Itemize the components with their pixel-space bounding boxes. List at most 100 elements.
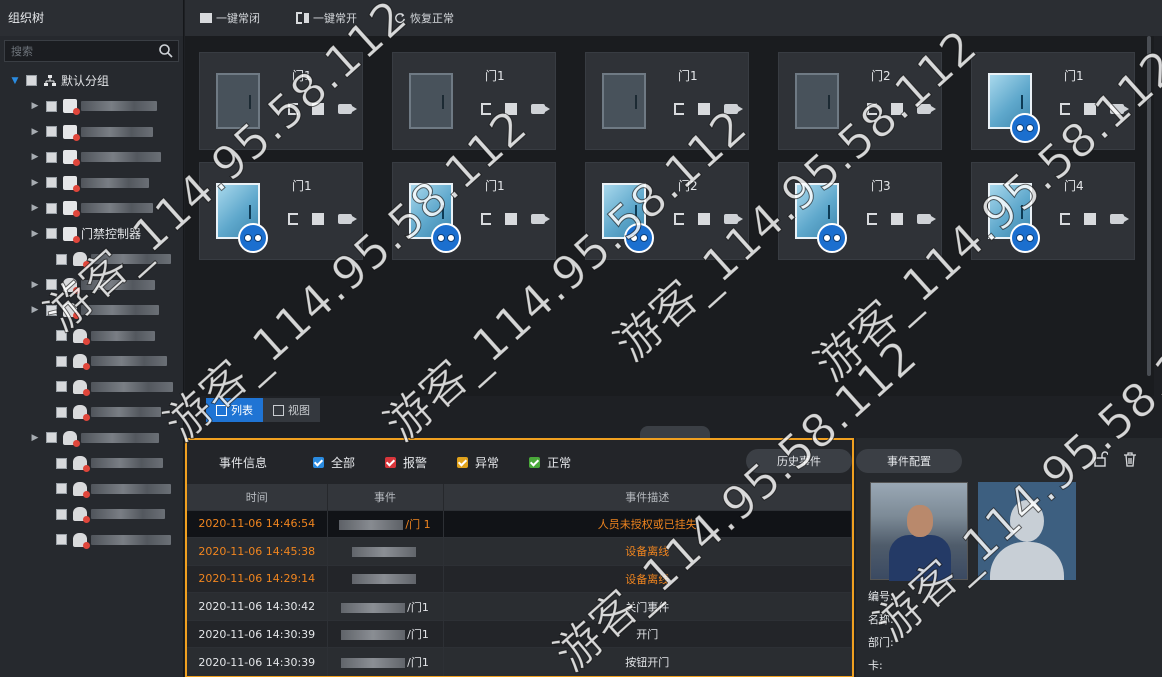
tree-item[interactable]: ▶ — [0, 119, 183, 145]
tree-root[interactable]: ▼ 默认分组 — [0, 68, 183, 94]
tree-checkbox[interactable] — [56, 381, 67, 393]
tree-checkbox[interactable] — [26, 75, 37, 87]
open-door-icon[interactable] — [674, 103, 684, 115]
tree-checkbox[interactable] — [56, 253, 67, 265]
column-header-desc[interactable]: 事件描述 — [443, 484, 852, 510]
filter-checkbox[interactable] — [457, 456, 469, 468]
tree-item[interactable] — [0, 247, 183, 273]
tree-item-controller[interactable]: ▶ 门禁控制器 — [0, 221, 183, 247]
tree-checkbox[interactable] — [56, 534, 67, 546]
tree-item[interactable]: ▶ — [0, 272, 183, 298]
close-door-icon[interactable] — [698, 213, 710, 225]
camera-icon[interactable] — [1110, 104, 1129, 114]
expand-arrow-icon[interactable]: ▶ — [30, 101, 40, 111]
close-door-icon[interactable] — [312, 213, 324, 225]
history-events-button[interactable]: 历史事件 — [746, 449, 852, 473]
tree-checkbox[interactable] — [56, 406, 67, 418]
event-config-button[interactable]: 事件配置 — [856, 449, 962, 473]
close-door-icon[interactable] — [1084, 213, 1096, 225]
close-door-icon[interactable] — [505, 103, 517, 115]
table-row[interactable]: 2020-11-06 14:30:39 /门1 按钮开门 — [187, 647, 852, 676]
camera-icon[interactable] — [338, 104, 357, 114]
open-door-icon[interactable] — [1060, 213, 1070, 225]
tree-checkbox[interactable] — [56, 355, 67, 367]
camera-icon[interactable] — [531, 104, 550, 114]
restore-button[interactable]: 恢复正常 — [393, 10, 454, 26]
tree-item[interactable] — [0, 502, 183, 528]
tree-item[interactable]: ▶ — [0, 145, 183, 171]
open-door-icon[interactable] — [288, 103, 298, 115]
collapse-arrow-icon[interactable]: ▼ — [10, 76, 20, 86]
door-card[interactable]: 门4 — [971, 162, 1135, 260]
camera-icon[interactable] — [724, 214, 743, 224]
open-door-icon[interactable] — [867, 103, 877, 115]
expand-arrow-icon[interactable]: ▶ — [30, 203, 40, 213]
tree-checkbox[interactable] — [56, 483, 67, 495]
expand-arrow-icon[interactable]: ▶ — [30, 433, 40, 443]
expand-arrow-icon[interactable]: ▶ — [30, 280, 40, 290]
table-row[interactable]: 2020-11-06 14:29:14 设备离线 — [187, 564, 852, 593]
column-header-event[interactable]: 事件 — [327, 484, 444, 510]
camera-icon[interactable] — [531, 214, 550, 224]
filter-alarm[interactable]: 报警 — [385, 454, 427, 471]
trash-icon[interactable] — [1122, 451, 1138, 467]
tree-item[interactable] — [0, 323, 183, 349]
tree-item[interactable] — [0, 527, 183, 553]
tree-checkbox[interactable] — [46, 100, 57, 112]
tree-item[interactable]: ▶ — [0, 196, 183, 222]
tree-item[interactable] — [0, 400, 183, 426]
filter-abnormal[interactable]: 异常 — [457, 454, 499, 471]
tree-checkbox[interactable] — [46, 126, 57, 138]
filter-checkbox[interactable] — [313, 456, 325, 468]
tree-item[interactable]: ▶ — [0, 94, 183, 120]
door-card[interactable]: 门1 — [392, 52, 556, 150]
open-door-icon[interactable] — [481, 213, 491, 225]
filter-checkbox[interactable] — [385, 456, 397, 468]
tree-checkbox[interactable] — [46, 279, 57, 291]
filter-checkbox[interactable] — [529, 456, 541, 468]
open-door-icon[interactable] — [288, 213, 298, 225]
tree-checkbox[interactable] — [46, 177, 57, 189]
tree-item[interactable] — [0, 374, 183, 400]
tab-view[interactable]: 视图 — [263, 398, 320, 422]
tree-item[interactable] — [0, 349, 183, 375]
expand-arrow-icon[interactable]: ▶ — [30, 229, 40, 239]
table-row[interactable]: 2020-11-06 14:46:54 /门 1 人员未授权或已挂失 — [187, 509, 852, 538]
camera-icon[interactable] — [338, 214, 357, 224]
close-door-icon[interactable] — [505, 213, 517, 225]
open-door-icon[interactable] — [481, 103, 491, 115]
open-door-icon[interactable] — [867, 213, 877, 225]
tree-checkbox[interactable] — [46, 432, 57, 444]
door-card[interactable]: 门1 — [199, 162, 363, 260]
door-card[interactable]: 门1 — [585, 52, 749, 150]
table-row[interactable]: 2020-11-06 14:45:38 设备离线 — [187, 537, 852, 566]
tree-checkbox[interactable] — [46, 151, 57, 163]
tree-item[interactable]: ▶ — [0, 298, 183, 324]
unlock-icon[interactable] — [1092, 451, 1108, 467]
table-row[interactable]: 2020-11-06 14:30:39 /门1 开门 — [187, 619, 852, 648]
table-row[interactable]: 2020-11-06 14:30:42 /门1 关门事件 — [187, 592, 852, 621]
filter-normal[interactable]: 正常 — [529, 454, 571, 471]
camera-icon[interactable] — [917, 104, 936, 114]
panel-collapse-handle[interactable] — [640, 426, 710, 438]
tree-checkbox[interactable] — [46, 304, 57, 316]
close-door-icon[interactable] — [891, 213, 903, 225]
camera-icon[interactable] — [1110, 214, 1129, 224]
tree-item[interactable]: ▶ — [0, 170, 183, 196]
open-door-icon[interactable] — [674, 213, 684, 225]
door-card[interactable]: 门3 — [778, 162, 942, 260]
always-close-button[interactable]: 一键常闭 — [199, 10, 260, 26]
tab-list[interactable]: 列表 — [206, 398, 263, 422]
tree-item[interactable]: ▶ — [0, 425, 183, 451]
tree-checkbox[interactable] — [46, 228, 57, 240]
column-header-time[interactable]: 时间 — [187, 484, 328, 510]
close-door-icon[interactable] — [1084, 103, 1096, 115]
tree-search-input[interactable] — [5, 41, 178, 61]
tree-checkbox[interactable] — [56, 330, 67, 342]
expand-arrow-icon[interactable]: ▶ — [30, 127, 40, 137]
tree-checkbox[interactable] — [46, 202, 57, 214]
camera-icon[interactable] — [917, 214, 936, 224]
snapshot-image[interactable] — [870, 482, 968, 581]
tree-item[interactable] — [0, 476, 183, 502]
door-card[interactable]: 门2 — [585, 162, 749, 260]
